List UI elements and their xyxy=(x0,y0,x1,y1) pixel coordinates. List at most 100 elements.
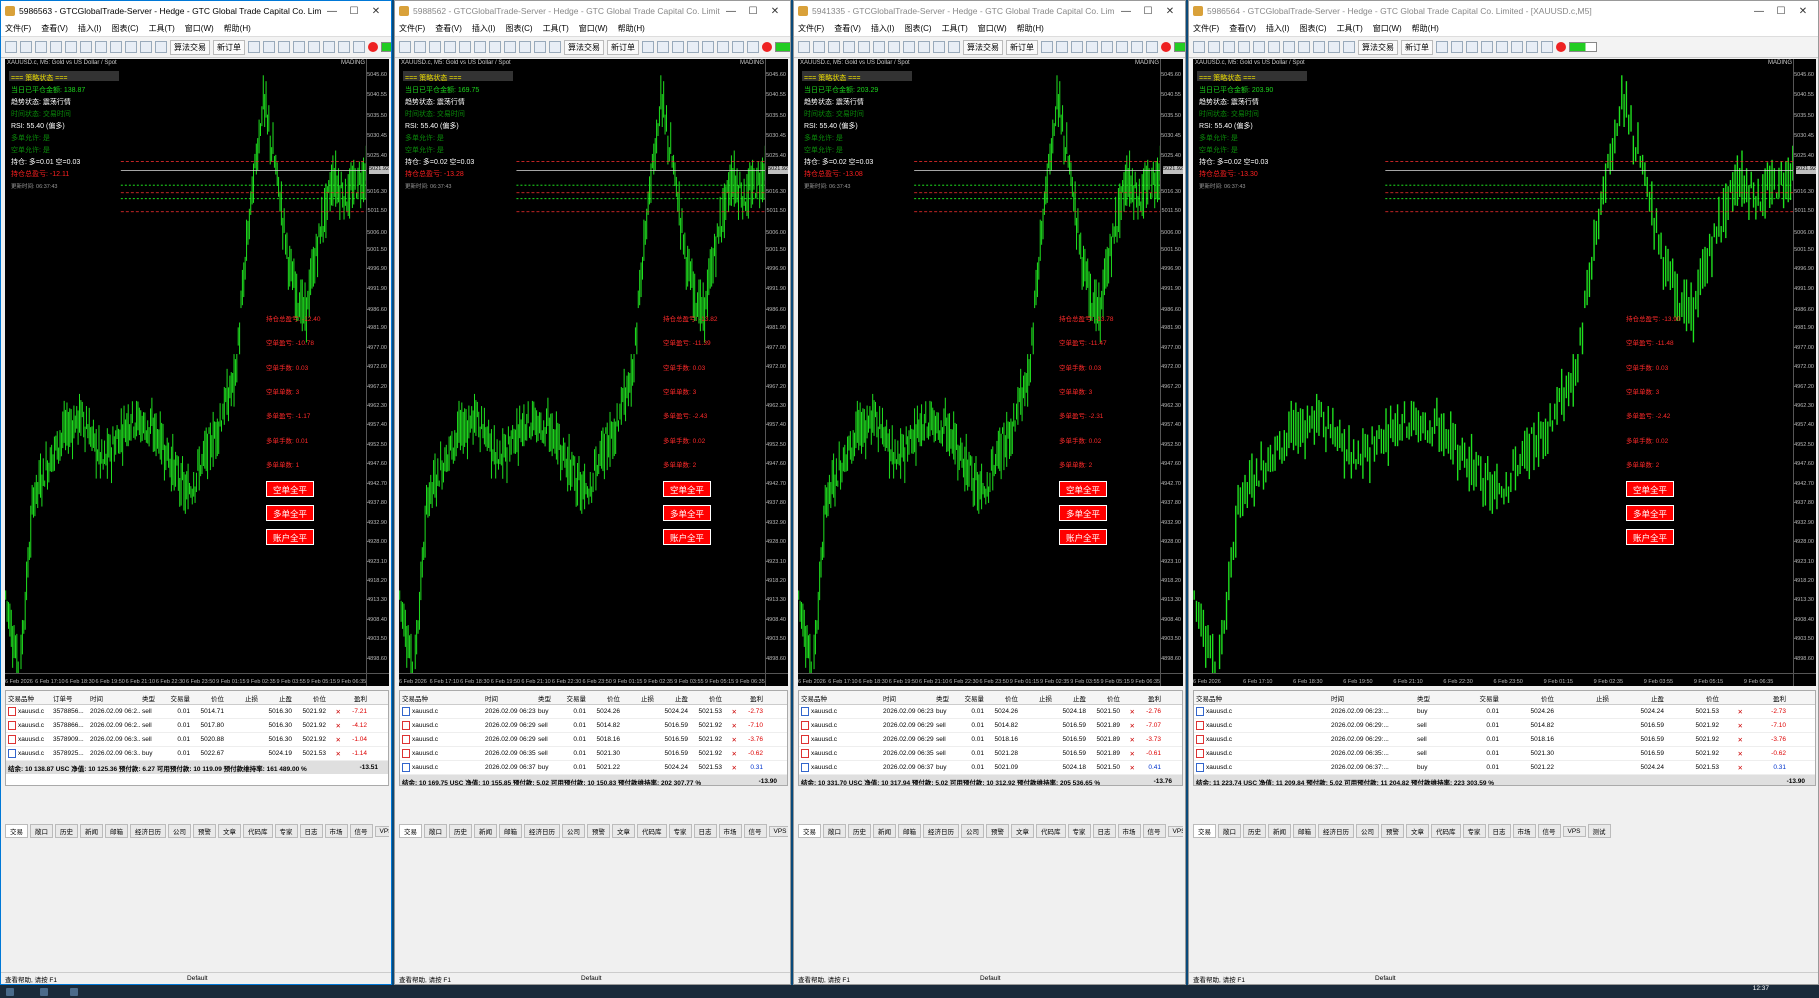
toolbox-tab[interactable]: 邮箱 xyxy=(499,824,522,838)
toolbar-chart-icon[interactable] xyxy=(1466,41,1478,53)
maximize-icon[interactable]: ☐ xyxy=(343,6,365,17)
toolbox-tab[interactable]: 专家 xyxy=(668,824,692,838)
toolbar-tool-icon[interactable] xyxy=(948,41,960,53)
close-position-icon[interactable]: ✕ xyxy=(724,736,739,744)
toolbar-tool-icon[interactable] xyxy=(813,41,825,53)
close-position-icon[interactable]: ✕ xyxy=(1122,764,1137,772)
toolbox-tab[interactable]: 交易 xyxy=(798,824,821,838)
toolbox-tab[interactable]: 信号 xyxy=(1142,824,1166,838)
toolbox-tab[interactable]: 专家 xyxy=(1462,824,1486,838)
table-row[interactable]: xauusd.c 2026.02.09 06:23:... buy 0.01 5024.… xyxy=(1194,705,1815,719)
toolbox-tab[interactable]: 信号 xyxy=(743,824,767,838)
toolbar-tool-icon[interactable] xyxy=(858,41,870,53)
toolbox-tab[interactable]: 邮箱 xyxy=(1293,824,1316,838)
algo-trading-button[interactable]: 算法交易 xyxy=(170,39,210,55)
menu-item[interactable]: 文件(F) xyxy=(1193,23,1219,34)
toolbar-chart-icon[interactable] xyxy=(1131,41,1143,53)
table-row[interactable]: xauusd.c2026.02.09 06:29:...sell0.015014… xyxy=(1194,719,1815,733)
toolbox-tab[interactable]: 新闻 xyxy=(80,824,103,838)
menu-item[interactable]: 图表(C) xyxy=(1299,23,1326,34)
table-row[interactable]: xauusd.c2026.02.09 06:29:...sell0.015014… xyxy=(799,719,1182,733)
close-position-icon[interactable]: ✕ xyxy=(328,750,343,758)
toolbox-tab[interactable]: 敞口 xyxy=(424,824,447,838)
toolbar-tool-icon[interactable] xyxy=(125,41,137,53)
column-header[interactable]: 止盈 xyxy=(656,693,690,703)
toolbar-chart-icon[interactable] xyxy=(1511,41,1523,53)
column-header[interactable]: 止盈 xyxy=(1611,693,1666,703)
close-position-icon[interactable]: ✕ xyxy=(1721,722,1745,730)
price-chart[interactable]: XAUUSD.c, M5: Gold vs US Dollar / Spot MA… xyxy=(5,59,389,686)
toolbox-tab[interactable]: 市场 xyxy=(718,824,742,838)
toolbar-tool-icon[interactable] xyxy=(798,41,810,53)
close-position-icon[interactable]: ✕ xyxy=(1122,708,1137,716)
toolbox-tab[interactable]: 市场 xyxy=(1512,824,1536,838)
alert-icon[interactable] xyxy=(368,42,378,52)
toolbar-chart-icon[interactable] xyxy=(248,41,260,53)
close-longs-button[interactable]: 多单全平 xyxy=(1626,505,1674,521)
toolbar-tool-icon[interactable] xyxy=(95,41,107,53)
toolbox-tab[interactable]: 日志 xyxy=(299,824,323,838)
menu-item[interactable]: 帮助(H) xyxy=(224,23,251,34)
toolbox-tab[interactable]: 公司 xyxy=(562,824,585,838)
toolbar-chart-icon[interactable] xyxy=(717,41,729,53)
title-bar[interactable]: 5988562 - GTCGlobalTrade-Server - Hedge … xyxy=(395,1,790,21)
toolbar-chart-icon[interactable] xyxy=(702,41,714,53)
toolbar-tool-icon[interactable] xyxy=(459,41,471,53)
toolbar-chart-icon[interactable] xyxy=(278,41,290,53)
toolbar-tool-icon[interactable] xyxy=(888,41,900,53)
menu-item[interactable]: 插入(I) xyxy=(871,23,895,34)
table-row[interactable]: xauusd.c 2026.02.09 06:29:...sell 0.01 5018… xyxy=(799,733,1182,747)
toolbar-tool-icon[interactable] xyxy=(110,41,122,53)
alert-icon[interactable] xyxy=(1556,42,1566,52)
table-row[interactable]: xauusd.c 3578909... 2026.02.09 06:3... sell… xyxy=(6,733,388,747)
toolbar-chart-icon[interactable] xyxy=(732,41,744,53)
toolbar-tool-icon[interactable] xyxy=(1223,41,1235,53)
menu-item[interactable]: 工具(T) xyxy=(942,23,968,34)
toolbox-tab[interactable]: 敞口 xyxy=(823,824,846,838)
menu-item[interactable]: 窗口(W) xyxy=(1373,23,1402,34)
close-position-icon[interactable]: ✕ xyxy=(328,722,343,730)
close-position-icon[interactable]: ✕ xyxy=(1122,750,1137,758)
close-icon[interactable]: ✕ xyxy=(764,6,786,17)
table-row[interactable]: xauusd.c 2026.02.09 06:37:... buy 0.01 5021.… xyxy=(1194,761,1815,775)
column-header[interactable]: 时间 xyxy=(881,693,934,703)
toolbox-tab[interactable]: 预警 xyxy=(1381,824,1404,838)
table-row[interactable]: xauusd.c 2026.02.09 06:35:...sell 0.01 5021… xyxy=(400,747,787,761)
toolbox-tab[interactable]: 信号 xyxy=(349,824,373,838)
toolbar-chart-icon[interactable] xyxy=(1526,41,1538,53)
minimize-icon[interactable]: — xyxy=(720,6,742,17)
column-header[interactable]: 价位 xyxy=(1666,693,1721,703)
menu-item[interactable]: 查看(V) xyxy=(834,23,861,34)
toolbar-tool-icon[interactable] xyxy=(1193,41,1205,53)
close-all-button[interactable]: 账户全平 xyxy=(266,529,314,545)
toolbar-tool-icon[interactable] xyxy=(399,41,411,53)
column-header[interactable]: 交易量 xyxy=(166,693,192,703)
column-header[interactable]: 价位 xyxy=(294,693,328,703)
toolbar-chart-icon[interactable] xyxy=(1496,41,1508,53)
toolbar-tool-icon[interactable] xyxy=(1313,41,1325,53)
close-shorts-button[interactable]: 空单全平 xyxy=(1059,481,1107,497)
menu-item[interactable]: 窗口(W) xyxy=(978,23,1007,34)
column-header[interactable]: 类型 xyxy=(934,693,960,703)
close-shorts-button[interactable]: 空单全平 xyxy=(1626,481,1674,497)
close-shorts-button[interactable]: 空单全平 xyxy=(663,481,711,497)
toolbar-tool-icon[interactable] xyxy=(534,41,546,53)
toolbox-tab[interactable]: 交易 xyxy=(399,824,422,838)
toolbar-tool-icon[interactable] xyxy=(933,41,945,53)
toolbox-tab[interactable]: 预警 xyxy=(986,824,1009,838)
table-row[interactable]: xauusd.c 2026.02.09 06:29:...sell 0.01 5018… xyxy=(400,733,787,747)
toolbar-chart-icon[interactable] xyxy=(1086,41,1098,53)
toolbar-tool-icon[interactable] xyxy=(474,41,486,53)
price-chart[interactable]: XAUUSD.c, M5: Gold vs US Dollar / Spot MA… xyxy=(798,59,1183,686)
terminal-window[interactable]: 5941335 - GTCGlobalTrade-Server - Hedge … xyxy=(793,0,1186,985)
close-all-button[interactable]: 账户全平 xyxy=(663,529,711,545)
menu-item[interactable]: 工具(T) xyxy=(149,23,175,34)
toolbox-tab[interactable]: 历史 xyxy=(449,824,472,838)
column-header[interactable]: 订单号 xyxy=(51,693,88,703)
toolbar-tool-icon[interactable] xyxy=(549,41,561,53)
toolbox-tab[interactable]: 交易 xyxy=(5,824,28,838)
toolbar-chart-icon[interactable] xyxy=(1101,41,1113,53)
column-header[interactable]: 价位 xyxy=(588,693,622,703)
column-header[interactable]: 盈利 xyxy=(1137,693,1163,703)
column-header[interactable]: 止损 xyxy=(622,693,656,703)
